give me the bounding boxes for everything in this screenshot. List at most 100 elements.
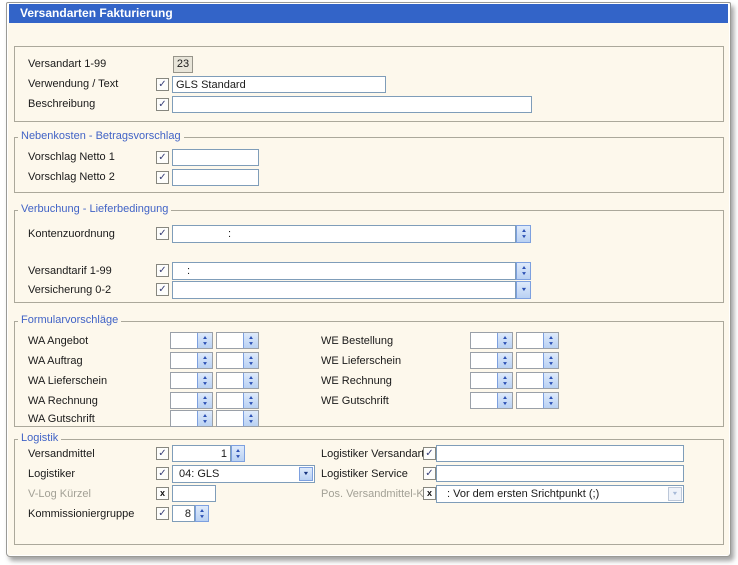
- netto2-checkbox[interactable]: ✓: [156, 171, 169, 184]
- we-rechnung-spinner1[interactable]: ▲▼: [497, 373, 512, 388]
- wa-gutschrift-field1[interactable]: [171, 411, 197, 426]
- versandtarif-spinner[interactable]: ▲▼: [516, 262, 531, 280]
- logistiker-select[interactable]: 04: GLS ▼: [172, 465, 315, 483]
- verwendung-input[interactable]: [172, 76, 386, 93]
- wa-gutschrift-spin1[interactable]: ▲▼: [170, 410, 213, 427]
- netto2-input[interactable]: [172, 169, 259, 186]
- we-lieferschein-spin2[interactable]: ▲▼: [516, 352, 559, 369]
- window-titlebar: Versandarten Fakturierung: [9, 4, 728, 23]
- wa-lieferschein-label: WA Lieferschein: [28, 375, 107, 388]
- wa-rechnung-spinner1[interactable]: ▲▼: [197, 393, 212, 408]
- versicherung-input[interactable]: [172, 281, 516, 299]
- wa-lieferschein-spin1[interactable]: ▲▼: [170, 372, 213, 389]
- vlog-input[interactable]: [172, 485, 216, 502]
- vlog-checkbox[interactable]: x: [156, 487, 169, 500]
- wa-gutschrift-label: WA Gutschrift: [28, 413, 95, 426]
- wa-angebot-spinner2[interactable]: ▲▼: [243, 333, 258, 348]
- wa-auftrag-field1[interactable]: [171, 353, 197, 368]
- we-rechnung-field2[interactable]: [517, 373, 543, 388]
- versandtarif-input[interactable]: [172, 262, 516, 280]
- versandmittel-checkbox[interactable]: ✓: [156, 447, 169, 460]
- we-lieferschein-spin1[interactable]: ▲▼: [470, 352, 513, 369]
- pos-versandmittel-kz-selected-value: : Vor dem ersten Srichtpunkt (;): [437, 487, 667, 502]
- wa-angebot-field1[interactable]: [171, 333, 197, 348]
- we-gutschrift-field1[interactable]: [471, 393, 497, 408]
- we-bestellung-spin1[interactable]: ▲▼: [470, 332, 513, 349]
- wa-angebot-spin1[interactable]: ▲▼: [170, 332, 213, 349]
- kommissioniergruppe-checkbox[interactable]: ✓: [156, 507, 169, 520]
- logistiker-versandart-checkbox[interactable]: ✓: [423, 447, 436, 460]
- wa-lieferschein-field2[interactable]: [217, 373, 243, 388]
- kontenzuordnung-input[interactable]: [172, 225, 516, 243]
- wa-gutschrift-spin2[interactable]: ▲▼: [216, 410, 259, 427]
- logistiker-service-input[interactable]: [436, 465, 684, 482]
- we-rechnung-spin2[interactable]: ▲▼: [516, 372, 559, 389]
- logistiker-versandart-input[interactable]: [436, 445, 684, 462]
- wa-rechnung-spin1[interactable]: ▲▼: [170, 392, 213, 409]
- wa-gutschrift-field2[interactable]: [217, 411, 243, 426]
- versandtarif-checkbox[interactable]: ✓: [156, 264, 169, 277]
- we-gutschrift-spin2[interactable]: ▲▼: [516, 392, 559, 409]
- logistiker-dropdown-button[interactable]: ▼: [299, 467, 313, 481]
- verwendung-checkbox[interactable]: ✓: [156, 78, 169, 91]
- spin-down-icon: ▼: [248, 361, 255, 366]
- kontenzuordnung-checkbox[interactable]: ✓: [156, 227, 169, 240]
- we-bestellung-field2[interactable]: [517, 333, 543, 348]
- we-bestellung-spinner2[interactable]: ▲▼: [543, 333, 558, 348]
- we-gutschrift-spinner1[interactable]: ▲▼: [497, 393, 512, 408]
- we-lieferschein-spinner1[interactable]: ▲▼: [497, 353, 512, 368]
- we-gutschrift-field2[interactable]: [517, 393, 543, 408]
- we-bestellung-field1[interactable]: [471, 333, 497, 348]
- we-lieferschein-field1[interactable]: [471, 353, 497, 368]
- beschreibung-checkbox[interactable]: ✓: [156, 98, 169, 111]
- we-rechnung-label: WE Rechnung: [321, 375, 392, 388]
- wa-auftrag-spin1[interactable]: ▲▼: [170, 352, 213, 369]
- we-bestellung-spinner1[interactable]: ▲▼: [497, 333, 512, 348]
- logistiker-checkbox[interactable]: ✓: [156, 467, 169, 480]
- wa-auftrag-spinner2[interactable]: ▲▼: [243, 353, 258, 368]
- spin-up-icon: ▲: [502, 335, 509, 340]
- wa-auftrag-spin2[interactable]: ▲▼: [216, 352, 259, 369]
- pos-versandmittel-kz-dropdown-button[interactable]: ▼: [668, 487, 682, 501]
- wa-angebot-spin2[interactable]: ▲▼: [216, 332, 259, 349]
- kommissioniergruppe-input[interactable]: [172, 505, 195, 522]
- wa-lieferschein-field1[interactable]: [171, 373, 197, 388]
- we-rechnung-field1[interactable]: [471, 373, 497, 388]
- pos-versandmittel-kz-checkbox[interactable]: x: [423, 487, 436, 500]
- wa-gutschrift-spinner1[interactable]: ▲▼: [197, 411, 212, 426]
- wa-lieferschein-spin2[interactable]: ▲▼: [216, 372, 259, 389]
- wa-gutschrift-spinner2[interactable]: ▲▼: [243, 411, 258, 426]
- wa-lieferschein-spinner1[interactable]: ▲▼: [197, 373, 212, 388]
- versicherung-dropdown-button[interactable]: ▼: [516, 281, 531, 299]
- logistiker-service-checkbox[interactable]: ✓: [423, 467, 436, 480]
- checkmark-icon: ✓: [424, 448, 435, 459]
- wa-rechnung-spin2[interactable]: ▲▼: [216, 392, 259, 409]
- netto1-input[interactable]: [172, 149, 259, 166]
- wa-angebot-spinner1[interactable]: ▲▼: [197, 333, 212, 348]
- we-gutschrift-label: WE Gutschrift: [321, 395, 389, 408]
- we-gutschrift-spinner2[interactable]: ▲▼: [543, 393, 558, 408]
- pos-versandmittel-kz-select[interactable]: : Vor dem ersten Srichtpunkt (;) ▼: [436, 485, 684, 503]
- we-gutschrift-spin1[interactable]: ▲▼: [470, 392, 513, 409]
- kontenzuordnung-spinner[interactable]: ▲▼: [516, 225, 531, 243]
- netto1-checkbox[interactable]: ✓: [156, 151, 169, 164]
- wa-rechnung-spinner2[interactable]: ▲▼: [243, 393, 258, 408]
- wa-auftrag-field2[interactable]: [217, 353, 243, 368]
- versicherung-checkbox[interactable]: ✓: [156, 283, 169, 296]
- wa-rechnung-field1[interactable]: [171, 393, 197, 408]
- wa-angebot-field2[interactable]: [217, 333, 243, 348]
- wa-auftrag-spinner1[interactable]: ▲▼: [197, 353, 212, 368]
- wa-lieferschein-spinner2[interactable]: ▲▼: [243, 373, 258, 388]
- we-lieferschein-field2[interactable]: [517, 353, 543, 368]
- nebenkosten-groupbox: Nebenkosten - Betragsvorschlag: [14, 137, 724, 193]
- versandmittel-input[interactable]: [172, 445, 231, 462]
- spin-down-icon: ▼: [502, 361, 509, 366]
- we-bestellung-spin2[interactable]: ▲▼: [516, 332, 559, 349]
- versandmittel-spinner[interactable]: ▲▼: [231, 445, 245, 462]
- beschreibung-input[interactable]: [172, 96, 532, 113]
- kommissioniergruppe-spinner[interactable]: ▲▼: [195, 505, 209, 522]
- wa-rechnung-field2[interactable]: [217, 393, 243, 408]
- we-lieferschein-spinner2[interactable]: ▲▼: [543, 353, 558, 368]
- we-rechnung-spin1[interactable]: ▲▼: [470, 372, 513, 389]
- we-rechnung-spinner2[interactable]: ▲▼: [543, 373, 558, 388]
